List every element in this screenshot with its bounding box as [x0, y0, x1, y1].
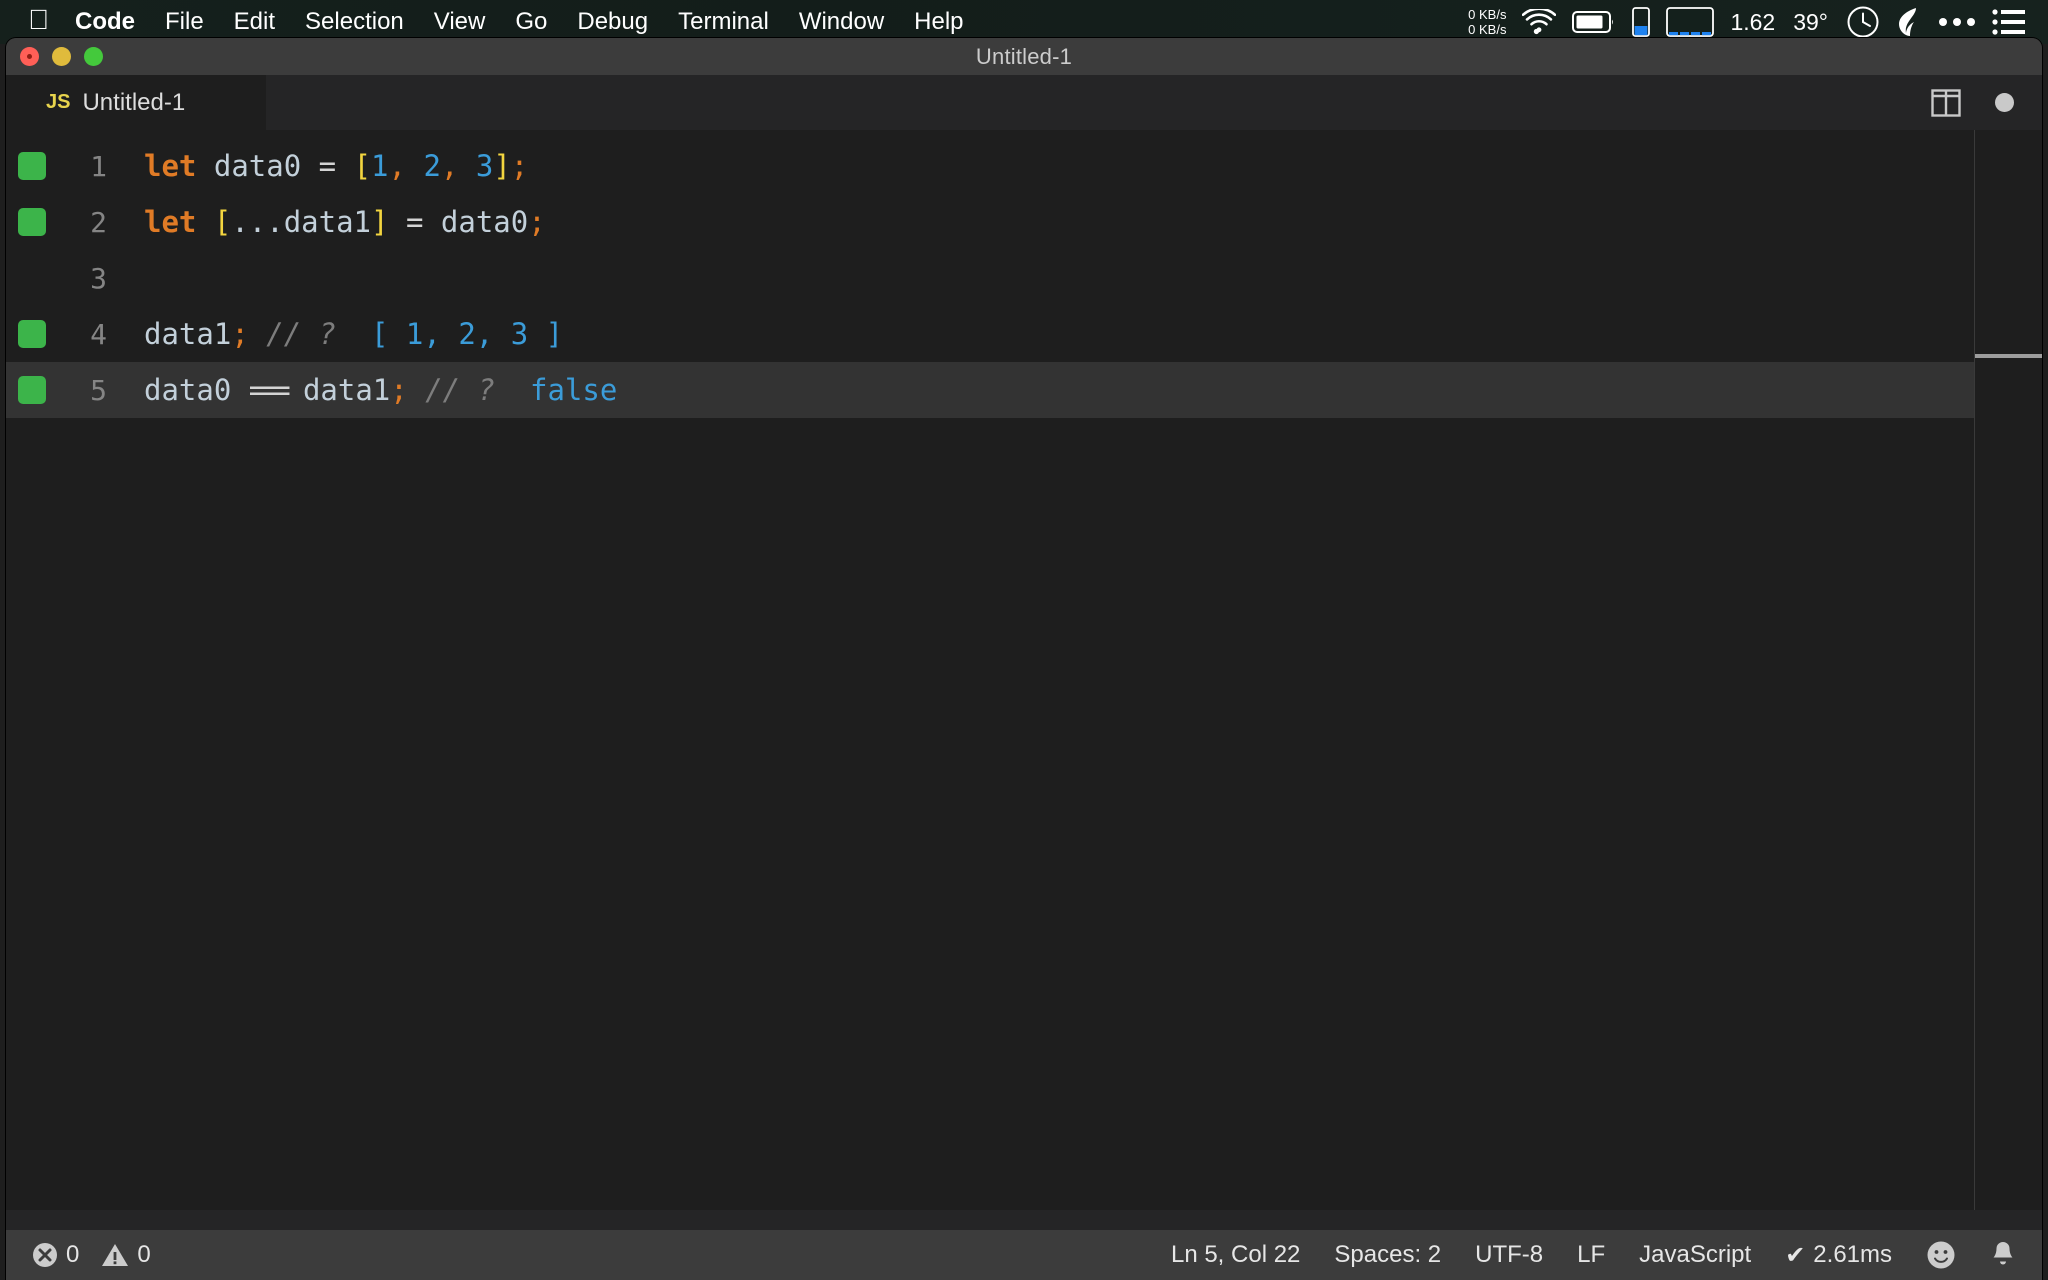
coverage-indicator-icon — [18, 152, 46, 180]
list-menu-icon[interactable] — [1992, 8, 2026, 36]
editor-line-2[interactable]: 2 let [...data1] = data0; — [6, 194, 2042, 250]
editor-line-3[interactable]: 3 — [6, 250, 2042, 306]
leaf-icon[interactable] — [1896, 6, 1922, 38]
error-count: 0 — [66, 1241, 80, 1268]
menu-item-help[interactable]: Help — [914, 8, 963, 36]
error-icon — [32, 1242, 58, 1268]
javascript-file-icon: JS — [46, 91, 71, 113]
apple-logo-icon[interactable]:  — [28, 6, 49, 34]
battery-icon[interactable] — [1572, 11, 1616, 33]
indentation-setting[interactable]: Spaces: 2 — [1334, 1241, 1441, 1269]
network-speed-indicator[interactable]: 0 KB/s 0 KB/s — [1468, 7, 1506, 37]
menu-item-debug[interactable]: Debug — [577, 8, 648, 36]
window-title: Untitled-1 — [975, 43, 1073, 69]
menu-item-view[interactable]: View — [434, 8, 486, 36]
language-mode[interactable]: JavaScript — [1639, 1241, 1751, 1269]
status-bar-left: 0 0 — [6, 1241, 151, 1269]
end-of-line-sequence[interactable]: LF — [1577, 1241, 1605, 1269]
check-icon: ✔ — [1785, 1241, 1806, 1269]
coverage-indicator-icon — [18, 376, 46, 404]
menu-item-edit[interactable]: Edit — [234, 8, 275, 36]
line-content: data1; // ? [ 1, 2, 3 ] — [144, 317, 564, 351]
clock-icon[interactable] — [1846, 5, 1880, 39]
dirty-dot-icon[interactable] — [1995, 93, 2014, 112]
line-content: let data0 = [1, 2, 3]; — [144, 149, 529, 183]
menu-item-terminal[interactable]: Terminal — [678, 8, 769, 36]
cursor-position[interactable]: Ln 5, Col 22 — [1171, 1241, 1300, 1269]
menu-item-selection[interactable]: Selection — [305, 8, 404, 36]
network-download-speed: 0 KB/s — [1468, 22, 1507, 37]
window-traffic-lights — [20, 38, 103, 75]
vscode-window: Untitled-1 JS Untitled-1 1 let data0 = [1… — [6, 38, 2042, 1280]
problems-indicator[interactable]: 0 0 — [32, 1241, 151, 1269]
menu-item-window[interactable]: Window — [799, 8, 884, 36]
close-button[interactable] — [20, 47, 39, 66]
quokka-runtime-indicator[interactable]: ✔ 2.61ms — [1785, 1241, 1892, 1270]
network-upload-speed: 0 KB/s — [1468, 7, 1507, 22]
wifi-icon[interactable] — [1522, 9, 1557, 35]
line-content: data0 === data1; // ? false — [144, 373, 618, 407]
editor-tab-bar: JS Untitled-1 — [6, 75, 2042, 130]
line-number: 3 — [90, 261, 107, 295]
editor-minimap[interactable] — [1974, 130, 2042, 1210]
editor-actions — [1931, 75, 2042, 130]
editor-tab-untitled-1[interactable]: JS Untitled-1 — [6, 75, 266, 130]
load-average-value[interactable]: 1.62 — [1730, 9, 1775, 36]
file-encoding[interactable]: UTF-8 — [1475, 1241, 1543, 1269]
status-bar-right: Ln 5, Col 22 Spaces: 2 UTF-8 LF JavaScri… — [1171, 1240, 2042, 1270]
line-content: let [...data1] = data0; — [144, 205, 546, 239]
cpu-history-graph-icon[interactable] — [1666, 7, 1715, 37]
memory-gauge-icon[interactable] — [1632, 7, 1651, 37]
editor-lines: 1 let data0 = [1, 2, 3]; 2 let [...data1] =… — [6, 130, 2042, 418]
status-bar: 0 0 Ln 5, Col 22 Spaces: 2 UTF-8 LF Java… — [6, 1230, 2042, 1280]
window-title-bar: Untitled-1 — [6, 38, 2042, 75]
temperature-value[interactable]: 39° — [1793, 9, 1828, 36]
code-editor[interactable]: 1 let data0 = [1, 2, 3]; 2 let [...data1] =… — [6, 130, 2042, 1210]
editor-line-4[interactable]: 4 data1; // ? [ 1, 2, 3 ] — [6, 306, 2042, 362]
editor-line-1[interactable]: 1 let data0 = [1, 2, 3]; — [6, 138, 2042, 194]
warning-count: 0 — [137, 1241, 151, 1268]
menu-item-code[interactable]: Code — [75, 8, 135, 36]
menu-item-file[interactable]: File — [165, 8, 204, 36]
zoom-button[interactable] — [84, 47, 103, 66]
bell-icon[interactable] — [1990, 1240, 2016, 1270]
editor-line-5[interactable]: 5 data0 === data1; // ? false — [6, 362, 2042, 418]
coverage-indicator-icon — [18, 320, 46, 348]
coverage-indicator-icon — [18, 208, 46, 236]
tab-label: Untitled-1 — [82, 88, 186, 116]
runtime-value: 2.61ms — [1813, 1241, 1892, 1268]
split-editor-icon[interactable] — [1931, 88, 1961, 117]
warning-icon — [101, 1242, 129, 1268]
ellipsis-icon[interactable] — [1938, 16, 1976, 28]
minimap-slider[interactable] — [1975, 354, 2042, 358]
minimize-button[interactable] — [52, 47, 71, 66]
smiley-icon[interactable] — [1926, 1240, 1956, 1270]
menu-item-go[interactable]: Go — [515, 8, 547, 36]
